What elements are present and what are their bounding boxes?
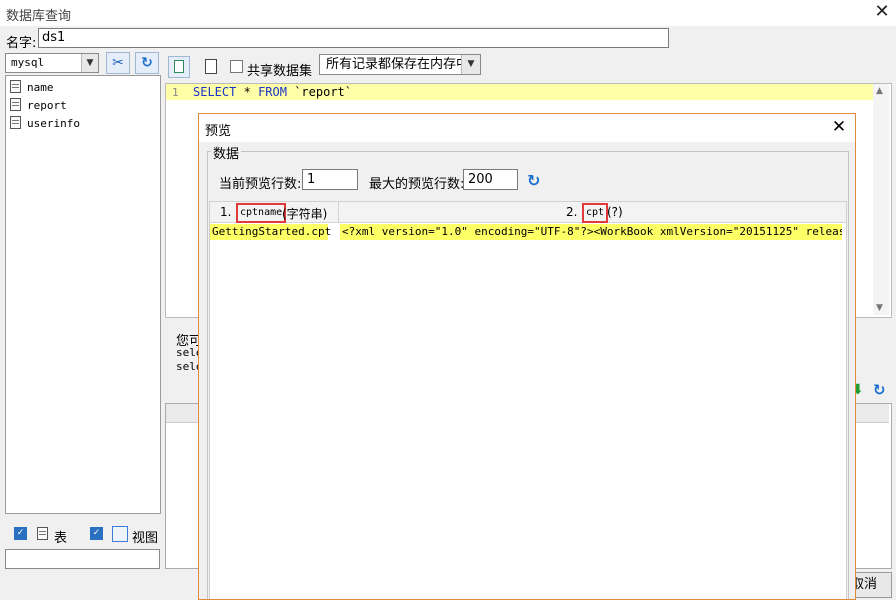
table-item[interactable]: name [10, 80, 54, 95]
table-icon [10, 98, 21, 111]
file-icon[interactable] [205, 59, 217, 74]
grid-cell[interactable]: GettingStarted.cpt [210, 224, 331, 240]
sql-keyword: FROM [258, 85, 287, 99]
sql-text[interactable]: SELECT * FROM `report` [193, 85, 352, 99]
column-type: (字符串) [282, 207, 328, 221]
refresh-tables-button[interactable]: ↻ [135, 52, 159, 74]
view-checkbox[interactable]: ✓ [90, 527, 103, 540]
preview-button[interactable] [168, 56, 190, 78]
column-index: 2. [566, 205, 578, 219]
table-item[interactable]: report [10, 98, 67, 113]
preview-grid: 1. cptname (字符串) 2. cpt (?) GettingStart… [209, 201, 847, 599]
grid-cell[interactable]: <?xml version="1.0" encoding="UTF-8"?><W… [340, 224, 842, 240]
grid-header: 1. cptname (字符串) 2. cpt (?) [210, 202, 846, 223]
sql-scrollbar[interactable]: ▲ ▼ [873, 84, 889, 315]
table-search-input[interactable] [5, 549, 160, 569]
sql-keyword: SELECT [193, 85, 237, 99]
scroll-down-icon[interactable]: ▼ [876, 303, 883, 313]
view-icon [112, 526, 128, 542]
column-name: cpt [582, 203, 609, 223]
refresh-icon[interactable]: ↻ [873, 381, 886, 399]
column-index: 1. [220, 205, 232, 219]
close-window-button[interactable]: ✕ [872, 2, 892, 22]
table-item[interactable]: userinfo [10, 116, 80, 131]
table-list: name report userinfo [5, 75, 161, 514]
column-type: (?) [607, 205, 623, 219]
scroll-up-icon[interactable]: ▲ [876, 86, 883, 96]
window-title: 数据库查询 [6, 9, 72, 24]
database-select-value: mysql [11, 56, 45, 69]
max-rows-label: 最大的预览行数: [369, 177, 465, 192]
refresh-icon: ↻ [141, 55, 153, 71]
table-icon [10, 116, 21, 129]
data-group-label: 数据 [211, 143, 242, 162]
max-rows-input[interactable]: 200 [463, 169, 518, 190]
memory-mode-value: 所有记录都保存在内存中 [326, 57, 470, 72]
chevron-down-icon[interactable]: ▼ [81, 54, 98, 72]
column-header[interactable]: 1. cptname (字符串) [210, 202, 339, 223]
table-icon [37, 527, 48, 540]
table-item-label: name [27, 81, 54, 94]
table-checkbox[interactable]: ✓ [14, 527, 27, 540]
view-checkbox-label: 视图 [132, 531, 159, 546]
table-item-label: userinfo [27, 117, 80, 130]
tools-icon: ✂ [112, 55, 124, 71]
table-checkbox-label: 表 [54, 531, 68, 546]
connection-settings-button[interactable]: ✂ [106, 52, 130, 74]
memory-mode-select[interactable]: 所有记录都保存在内存中 ▼ [319, 54, 481, 75]
line-number: 1 [172, 86, 179, 99]
chevron-down-icon[interactable]: ▼ [461, 55, 480, 74]
table-icon [10, 80, 21, 93]
database-select[interactable]: mysql ▼ [5, 53, 99, 73]
share-dataset-checkbox[interactable] [230, 60, 243, 73]
share-dataset-label: 共享数据集 [247, 64, 313, 79]
refresh-icon[interactable]: ↻ [527, 171, 540, 190]
preview-dialog: 预览 ✕ 数据 当前预览行数: 1 最大的预览行数: 200 ↻ 1. cptn… [198, 113, 856, 600]
sql-table-name: `report` [294, 85, 352, 99]
column-name: cptname [236, 203, 287, 223]
sql-star: * [243, 85, 251, 99]
title-bar: 数据库查询 ✕ [0, 0, 896, 26]
table-item-label: report [27, 99, 67, 112]
name-input[interactable]: ds1 [38, 28, 669, 48]
close-dialog-button[interactable]: ✕ [829, 117, 849, 137]
current-rows-label: 当前预览行数: [219, 177, 302, 192]
dialog-title: 预览 [205, 124, 232, 139]
name-label: 名字: [6, 36, 37, 51]
current-rows-input[interactable]: 1 [302, 169, 358, 190]
dialog-title-bar: 预览 ✕ [199, 114, 855, 142]
